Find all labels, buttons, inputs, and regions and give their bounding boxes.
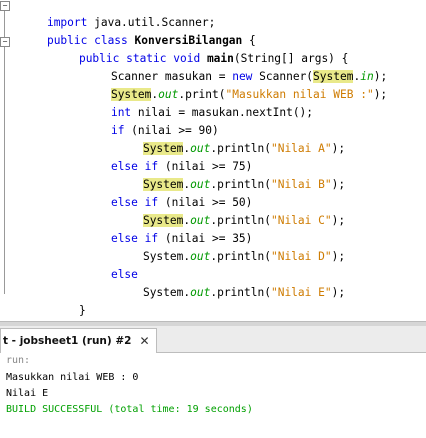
code-line-16[interactable]: System.out.println("Nilai E"); bbox=[116, 266, 345, 299]
string-literal: "Nilai D" bbox=[270, 250, 332, 263]
code-text: ); bbox=[331, 250, 346, 263]
string-literal: "Nilai C" bbox=[270, 214, 332, 227]
code-line-3[interactable]: public static void main(String[] args) { bbox=[52, 32, 348, 65]
close-icon[interactable]: ✕ bbox=[139, 334, 149, 348]
code-line-11[interactable]: else if (nilai >= 50) bbox=[84, 176, 252, 209]
output-run-line: run: bbox=[6, 355, 31, 366]
code-line-10[interactable]: System.out.println("Nilai B"); bbox=[116, 158, 345, 191]
code-line-13[interactable]: else if (nilai >= 35) bbox=[84, 212, 252, 245]
output-console[interactable]: run: Masukkan nilai WEB : 0 Nilai E BUIL… bbox=[0, 353, 426, 438]
code-text: .println( bbox=[210, 286, 271, 299]
string-literal: "Nilai E" bbox=[270, 286, 332, 299]
code-text: .println( bbox=[210, 250, 271, 263]
fold-toggle-main[interactable]: − bbox=[0, 37, 10, 47]
code-text: ); bbox=[331, 214, 346, 227]
output-tab-label: t - jobsheet1 (run) #2 bbox=[3, 335, 132, 347]
code-line-4[interactable]: Scanner masukan = new Scanner(System.in)… bbox=[84, 50, 387, 83]
code-line-14[interactable]: System.out.println("Nilai D"); bbox=[116, 230, 345, 263]
code-text: ); bbox=[331, 286, 346, 299]
code-line-17[interactable]: } bbox=[52, 284, 86, 317]
code-text: ); bbox=[373, 88, 388, 101]
fold-guide bbox=[4, 11, 5, 294]
code-editor[interactable]: − − import java.util.Scanner; public cla… bbox=[0, 0, 426, 335]
code-text: } bbox=[78, 304, 86, 317]
code-text: ); bbox=[331, 142, 346, 155]
field-name: out bbox=[190, 286, 211, 299]
field-name: out bbox=[190, 250, 211, 263]
code-line-18[interactable]: } bbox=[20, 302, 54, 335]
code-line-5[interactable]: System.out.print("Masukkan nilai WEB :")… bbox=[84, 68, 387, 101]
code-line-7[interactable]: if (nilai >= 90) bbox=[84, 104, 219, 137]
code-line-9[interactable]: else if (nilai >= 75) bbox=[84, 140, 252, 173]
fold-toggle-import[interactable]: − bbox=[0, 1, 10, 11]
code-line-12[interactable]: System.out.println("Nilai C"); bbox=[116, 194, 345, 227]
code-line-6[interactable]: int nilai = masukan.nextInt(); bbox=[84, 86, 313, 119]
output-tab-bar: t - jobsheet1 (run) #2 ✕ bbox=[0, 326, 426, 353]
code-line-1[interactable]: import java.util.Scanner; bbox=[20, 0, 215, 29]
output-result-line: Nilai E bbox=[6, 388, 49, 399]
code-text: System bbox=[142, 286, 184, 299]
code-text: ); bbox=[331, 178, 346, 191]
string-literal: "Nilai A" bbox=[270, 142, 332, 155]
output-build-status: BUILD SUCCESSFUL (total time: 19 seconds… bbox=[6, 404, 253, 415]
string-literal: "Nilai B" bbox=[270, 178, 332, 191]
output-prompt-line: Masukkan nilai WEB : 0 bbox=[6, 372, 139, 383]
code-line-8[interactable]: System.out.println("Nilai A"); bbox=[116, 122, 345, 155]
code-text: System bbox=[142, 250, 184, 263]
output-tab[interactable]: t - jobsheet1 (run) #2 ✕ bbox=[0, 328, 157, 353]
code-line-2[interactable]: public class KonversiBilangan { bbox=[20, 14, 256, 47]
code-line-15[interactable]: else bbox=[84, 248, 138, 281]
